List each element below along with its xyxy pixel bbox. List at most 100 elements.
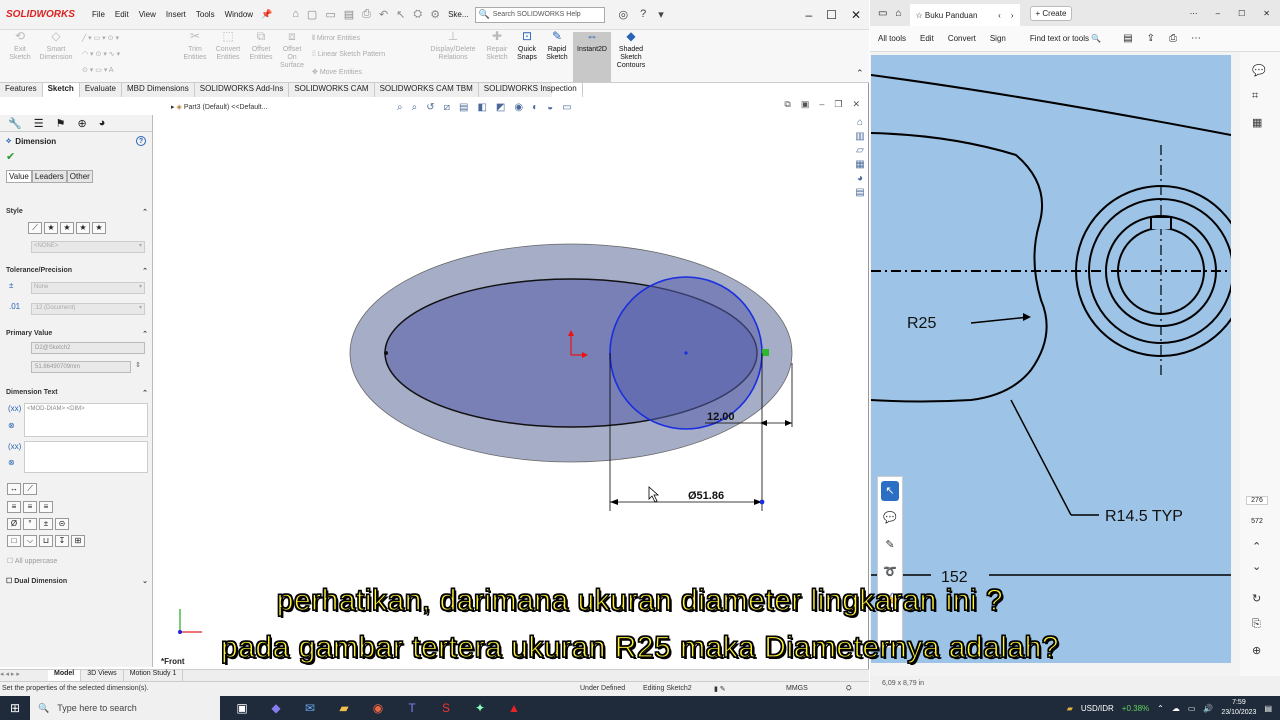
currency-pair[interactable]: USD/IDR	[1081, 704, 1114, 713]
minimize-icon[interactable]: –	[1216, 9, 1220, 18]
degree-symbol-icon[interactable]: °	[23, 518, 37, 530]
relations-button[interactable]: ⊥ Display/Delete Relations	[425, 30, 481, 62]
depth-symbol-icon[interactable]: ↧	[55, 535, 69, 547]
linear-pattern-button[interactable]: ⁞⁞ Linear Sketch Pattern	[312, 51, 385, 58]
add-comment-icon[interactable]: 💬	[878, 505, 902, 532]
menu-file[interactable]: File	[92, 10, 105, 19]
offset-on-surface-button[interactable]: ⧈ Offset On Surface	[278, 30, 306, 70]
page-down-icon[interactable]: ⌄	[1252, 560, 1261, 573]
sign-button[interactable]: Sign	[990, 34, 1006, 43]
currency-widget-icon[interactable]: ▰	[1067, 704, 1073, 713]
exit-sketch-button[interactable]: ⟲ Exit Sketch	[4, 30, 36, 62]
dimension-text-above[interactable]: <MOD-DIAM> <DIM>	[24, 403, 148, 437]
windows-start-icon[interactable]: ⊞	[0, 701, 30, 715]
tab-3d-views[interactable]: 3D Views	[81, 670, 124, 681]
dimension-name-field[interactable]: D2@Sketch2	[31, 342, 145, 354]
tab-leaders[interactable]: Leaders	[31, 170, 67, 183]
menu-view[interactable]: View	[139, 10, 156, 19]
spinner-icon[interactable]: ⇕	[135, 361, 141, 369]
align-left-icon[interactable]: ≡	[7, 501, 21, 513]
all-uppercase-checkbox[interactable]: ☐ All uppercase	[7, 557, 57, 565]
menu-edit[interactable]: Edit	[115, 10, 129, 19]
arrow-smart-icon[interactable]: ⟋	[23, 483, 37, 495]
tab-evaluate[interactable]: Evaluate	[80, 83, 122, 97]
style-apply-icon[interactable]: ⟋	[28, 222, 42, 234]
rebuild-icon[interactable]: ⛭	[413, 8, 422, 21]
countersink-symbol-icon[interactable]: ⌵	[23, 535, 37, 547]
tab-addins[interactable]: SOLIDWORKS Add-Ins	[195, 83, 290, 97]
style-save-icon[interactable]: ★	[92, 222, 106, 234]
primary-value-section-header[interactable]: Primary Value ⌃	[6, 330, 148, 338]
close-icon[interactable]: ✕	[851, 8, 861, 22]
new-icon[interactable]: ▢	[307, 8, 317, 21]
save-icon[interactable]: ▤	[344, 8, 354, 21]
maximize-icon[interactable]: ☐	[1238, 9, 1245, 18]
highlight-pen-icon[interactable]: ✎	[878, 532, 902, 559]
configuration-manager-icon[interactable]: ⚑	[56, 117, 66, 130]
unit-system[interactable]: MMGS	[786, 685, 808, 692]
tab-cam-tbm[interactable]: SOLIDWORKS CAM TBM	[375, 83, 479, 97]
draw-freehand-icon[interactable]: ➰	[878, 559, 902, 586]
open-icon[interactable]: ▭	[325, 8, 335, 21]
upload-icon[interactable]: ⇪	[1147, 33, 1155, 44]
app-icon[interactable]: ◆	[268, 701, 284, 715]
style-add-icon[interactable]: ★	[44, 222, 58, 234]
maximize-icon[interactable]: ☐	[826, 8, 837, 22]
help-icon[interactable]: ?	[136, 136, 146, 146]
chrome-icon[interactable]: ◉	[370, 701, 386, 715]
bookmark-icon[interactable]: ⌗	[1252, 90, 1258, 103]
menu-window[interactable]: Window	[225, 10, 253, 19]
solidworks-taskbar-icon[interactable]: S	[438, 701, 454, 715]
create-button[interactable]: + Create	[1029, 5, 1073, 21]
smart-dimension-button[interactable]: ◇ Smart Dimension	[36, 30, 76, 62]
pdf-page-blueprint[interactable]: R25 R14.5 TYP 152	[871, 55, 1231, 663]
user-icon[interactable]: ◎	[619, 8, 629, 21]
primary-value-field[interactable]: 51.86490709mm	[31, 361, 131, 373]
feature-manager-icon[interactable]: 🔧	[8, 117, 22, 130]
property-manager-icon[interactable]: ☰	[34, 117, 44, 130]
quick-snaps-button[interactable]: ⊡ Quick Snaps	[514, 30, 540, 62]
circle-center-point[interactable]	[684, 351, 688, 355]
selected-point-marker[interactable]	[762, 349, 769, 356]
teams-icon[interactable]: T	[404, 701, 420, 715]
rapid-sketch-button[interactable]: ✎ Rapid Sketch	[543, 30, 571, 62]
precision-dropdown[interactable]: .12 (Document)	[31, 303, 145, 315]
tab-back-icon[interactable]: ‹	[998, 11, 1001, 20]
shaded-sketch-button[interactable]: ◆ Shaded Sketch Contours	[613, 30, 649, 70]
style-delete-icon[interactable]: ★	[76, 222, 90, 234]
find-tools-search[interactable]: Find text or tools 🔍	[1030, 34, 1101, 43]
file-explorer-icon[interactable]: ▰	[336, 701, 352, 715]
menu-tools[interactable]: Tools	[196, 10, 215, 19]
more-icon[interactable]: ⋯	[1190, 9, 1198, 18]
counterbore-symbol-icon[interactable]: ⊔	[39, 535, 53, 547]
cloud-icon[interactable]: ☁	[1172, 704, 1180, 713]
link-icon[interactable]: ⊗	[8, 458, 15, 467]
more-icon[interactable]: ⋯	[1191, 33, 1201, 44]
dimension-text-below[interactable]	[24, 441, 148, 473]
collapse-ribbon-icon[interactable]: ⌃	[856, 68, 864, 79]
tab-features[interactable]: Features	[0, 83, 43, 97]
tab-inspection[interactable]: SOLIDWORKS Inspection	[479, 83, 583, 97]
tab-buku-panduan[interactable]: ☆ Buku Panduan ‹ ›	[909, 4, 1020, 26]
mirror-entities-button[interactable]: ⫴ Mirror Entities	[312, 35, 360, 43]
tab-mbd-dimensions[interactable]: MBD Dimensions	[122, 83, 195, 97]
dimension-text-section-header[interactable]: Dimension Text ⌃	[6, 389, 148, 397]
taskbar-search[interactable]: 🔍 Type here to search	[30, 696, 220, 720]
line-tool-icon[interactable]: ╱ ▾ ▭ ▾ ⊙ ▾	[82, 34, 119, 42]
more-symbols-icon[interactable]: ⊞	[71, 535, 85, 547]
point-tool-icon[interactable]: ⊙ ▾ ▭ ▾ A	[82, 66, 114, 74]
tab-forward-icon[interactable]: ›	[1011, 11, 1014, 20]
center-symbol-icon[interactable]: ⊝	[55, 518, 69, 530]
select-cursor-icon[interactable]: ↖	[881, 481, 899, 501]
customize-status-icon[interactable]: ⛭	[846, 685, 852, 693]
pages-grid-icon[interactable]: ▦	[1252, 116, 1262, 129]
options-icon[interactable]: ⚙	[430, 8, 440, 21]
dimxpert-icon[interactable]: ⊕	[77, 117, 86, 130]
style-dropdown[interactable]: <NONE>	[31, 241, 145, 253]
style-section-header[interactable]: Style ⌃	[6, 208, 148, 216]
dropdown-icon[interactable]: ▾	[658, 8, 664, 21]
minimize-icon[interactable]: –	[805, 8, 812, 22]
diameter-symbol-icon[interactable]: Ø	[7, 518, 21, 530]
sidebar-toggle-icon[interactable]: ▭	[878, 8, 887, 19]
dimension-12[interactable]: 12.00	[707, 411, 735, 423]
